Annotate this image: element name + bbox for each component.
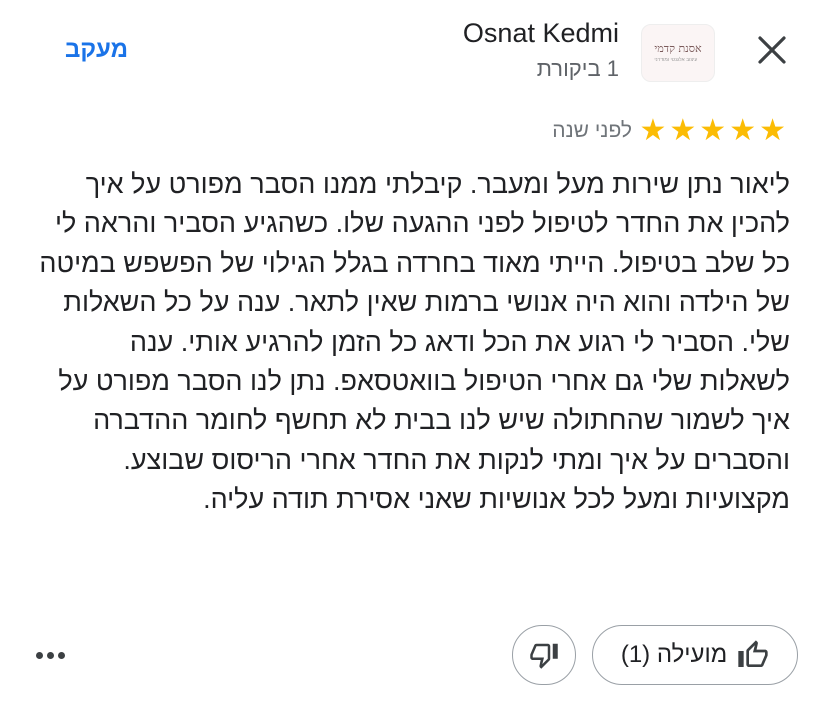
review-time: לפני שנה (552, 119, 632, 142)
thumbs-down-icon (530, 643, 558, 669)
avatar-logo: אסנת קדמי עיצוב אלגנטי ומודרני (654, 41, 702, 64)
thumbs-up-icon (738, 640, 768, 667)
star-icon: ★ (669, 114, 697, 147)
avatar-logo-subtitle: עיצוב אלגנטי ומודרני (654, 57, 698, 64)
star-rating: ★ ★ ★ ★ ★ (639, 116, 786, 146)
review-text: ליאור נתן שירות מעל ומעבר. קיבלתי ממנו ה… (39, 169, 790, 515)
close-button[interactable] (752, 30, 792, 70)
not-helpful-button[interactable] (512, 625, 576, 685)
helpful-label: מועילה (1) (620, 641, 728, 668)
helpful-button[interactable]: מועילה (1) (592, 625, 798, 685)
avatar[interactable]: אסנת קדמי עיצוב אלגנטי ומודרני (641, 24, 715, 82)
star-icon: ★ (729, 114, 757, 147)
star-icon: ★ (759, 114, 786, 147)
more-horizontal-icon (34, 651, 67, 659)
author-name[interactable]: Osnat Kedmi (463, 18, 619, 49)
close-icon (758, 36, 786, 64)
star-icon: ★ (699, 114, 727, 147)
author-review-count: 1 ביקורת (536, 56, 619, 81)
more-options-button[interactable] (30, 640, 70, 670)
star-icon: ★ (639, 114, 667, 147)
avatar-logo-text: אסנת קדמי (654, 41, 702, 55)
follow-button[interactable]: מעקב (65, 36, 128, 64)
